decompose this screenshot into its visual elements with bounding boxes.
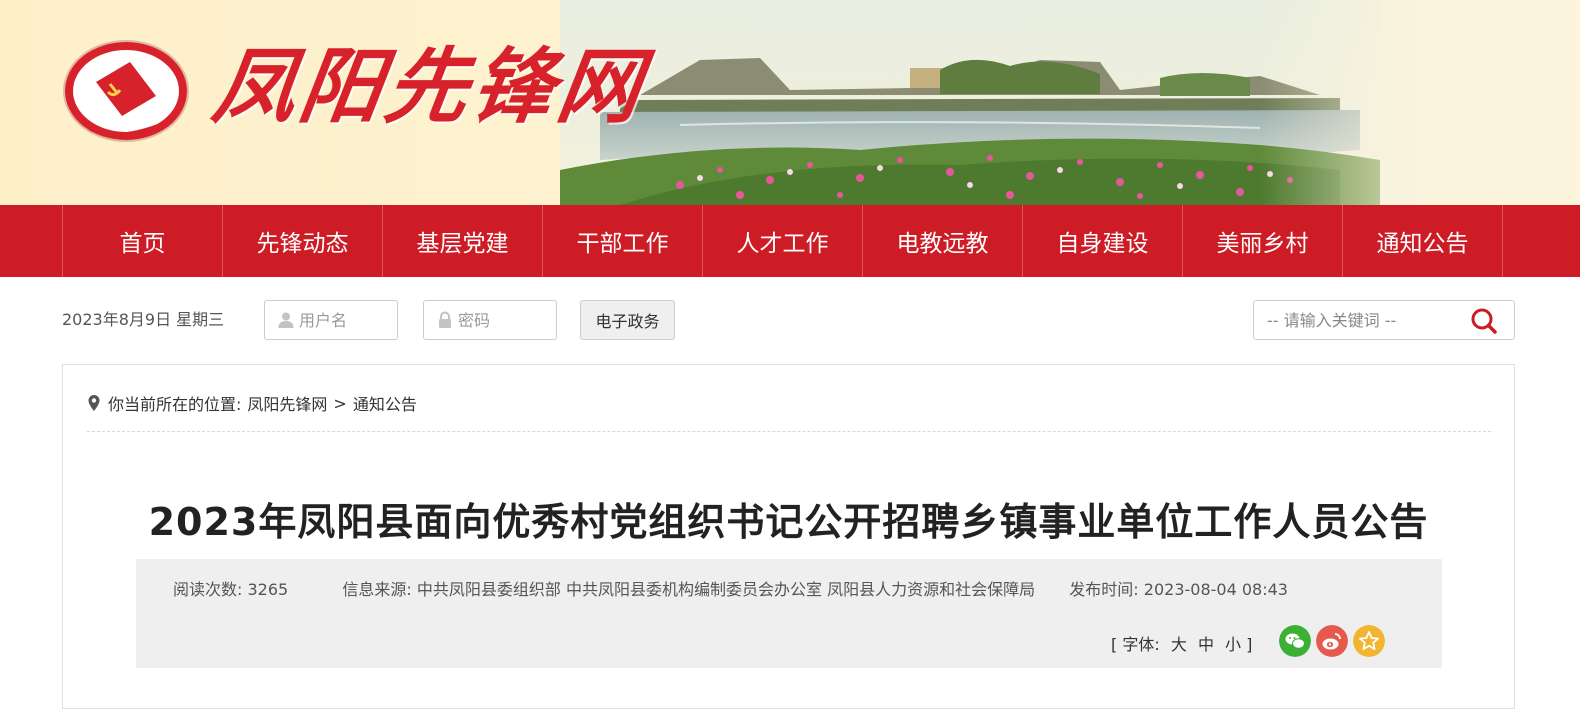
main-navigation: 首页 先锋动态 基层党建 干部工作 人才工作 电教远教 自身建设 美丽乡村 通知… (0, 205, 1580, 277)
username-field-wrapper (264, 300, 398, 340)
nav-item-grassroots-party[interactable]: 基层党建 (383, 205, 543, 277)
party-logo-icon (63, 40, 189, 142)
divider (87, 431, 1491, 432)
breadcrumb-prefix: 你当前所在的位置: (108, 395, 242, 414)
nav-item-home[interactable]: 首页 (63, 205, 223, 277)
username-input[interactable] (299, 310, 391, 330)
nav-item-notices[interactable]: 通知公告 (1343, 205, 1503, 277)
breadcrumb-separator: > (333, 393, 347, 413)
nav-item-cadre-work[interactable]: 干部工作 (543, 205, 703, 277)
font-size-small[interactable]: 小 ] (1225, 635, 1252, 654)
nav-item-remote-education[interactable]: 电教远教 (863, 205, 1023, 277)
search-icon[interactable] (1470, 307, 1498, 335)
font-size-switcher: [ 字体: 大 中 小 ] (1111, 631, 1252, 655)
breadcrumb-home-link[interactable]: 凤阳先锋网 (247, 391, 327, 415)
nav-item-talent-work[interactable]: 人才工作 (703, 205, 863, 277)
user-icon (278, 312, 294, 328)
password-input[interactable] (458, 310, 550, 330)
views-label: 阅读次数: (173, 580, 243, 599)
header-banner: 凤阳先锋网 (0, 0, 1580, 205)
article-meta-panel: 阅读次数: 3265 信息来源: 中共凤阳县委组织部 中共凤阳县委机构编制委员会… (136, 559, 1442, 668)
article-meta-row: 阅读次数: 3265 信息来源: 中共凤阳县委组织部 中共凤阳县委机构编制委员会… (173, 576, 1288, 600)
article-title: 2023年凤阳县面向优秀村党组织书记公开招聘乡镇事业单位工作人员公告 (148, 500, 1429, 544)
lock-icon (439, 311, 451, 328)
source-value: 中共凤阳县委组织部 中共凤阳县委机构编制委员会办公室 凤阳县人力资源和社会保障局 (416, 580, 1036, 599)
landscape-photo (560, 0, 1380, 205)
favorite-star-icon[interactable] (1353, 625, 1385, 657)
search-input[interactable] (1267, 310, 1467, 330)
font-size-label: [ 字体: (1111, 635, 1160, 654)
location-pin-icon (88, 395, 100, 411)
egov-button[interactable]: 电子政务 (580, 300, 675, 340)
source-label: 信息来源: (342, 580, 412, 599)
publish-time-value: 2023-08-04 08:43 (1143, 580, 1288, 599)
breadcrumb-current-link[interactable]: 通知公告 (353, 391, 417, 415)
search-box (1253, 300, 1515, 340)
breadcrumb: 你当前所在的位置: 凤阳先锋网 > 通知公告 (87, 391, 423, 415)
nav-item-beautiful-village[interactable]: 美丽乡村 (1183, 205, 1343, 277)
site-name: 凤阳先锋网 (207, 39, 651, 135)
publish-time-label: 发布时间: (1069, 580, 1139, 599)
nav-item-pioneer-news[interactable]: 先锋动态 (223, 205, 383, 277)
weibo-share-icon[interactable] (1316, 625, 1348, 657)
article-container: 你当前所在的位置: 凤阳先锋网 > 通知公告 2023年凤阳县面向优秀村党组织书… (62, 364, 1515, 709)
current-date: 2023年8月9日 星期三 (62, 310, 225, 329)
views-count: 3265 (247, 580, 289, 599)
font-size-medium[interactable]: 中 (1198, 635, 1214, 654)
wechat-share-icon[interactable] (1279, 625, 1311, 657)
font-size-large[interactable]: 大 (1171, 635, 1187, 654)
nav-item-self-building[interactable]: 自身建设 (1023, 205, 1183, 277)
password-field-wrapper (423, 300, 557, 340)
